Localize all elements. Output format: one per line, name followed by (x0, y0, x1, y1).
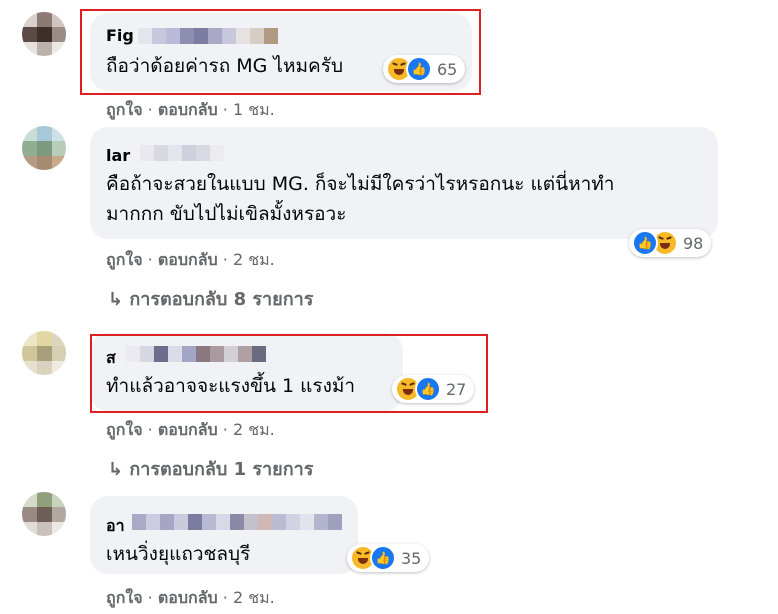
view-replies-link[interactable]: ↳ การตอบกลับ 8 รายการ (108, 284, 313, 313)
comment-actions: ถูกใจ · ตอบกลับ · 1 ชม. (106, 100, 275, 119)
highlight-box (90, 334, 488, 413)
name-blur (132, 514, 342, 530)
reaction-count: 35 (401, 548, 422, 568)
timestamp[interactable]: 1 ชม. (233, 100, 275, 119)
view-replies-link[interactable]: ↳ การตอบกลับ 1 รายการ (108, 454, 313, 483)
timestamp[interactable]: 2 ชม. (233, 588, 275, 607)
reply-link[interactable]: ตอบกลับ (158, 588, 218, 607)
commenter-name[interactable]: lar (106, 146, 130, 165)
reaction-summary[interactable]: 👍 35 (347, 544, 430, 572)
avatar[interactable] (22, 12, 66, 56)
like-link[interactable]: ถูกใจ (106, 588, 143, 607)
reaction-summary[interactable]: 👍 98 (629, 229, 712, 257)
reply-arrow-icon: ↳ (108, 459, 124, 480)
timestamp[interactable]: 2 ชม. (233, 420, 275, 439)
timestamp[interactable]: 2 ชม. (233, 250, 275, 269)
comment-text: มากกก ขับไปไม่เขิลมั้งหรอวะ (106, 203, 347, 225)
avatar[interactable] (22, 492, 66, 536)
reaction-count: 98 (683, 233, 704, 253)
like-link[interactable]: ถูกใจ (106, 420, 143, 439)
reply-link[interactable]: ตอบกลับ (158, 250, 218, 269)
reply-link[interactable]: ตอบกลับ (158, 100, 218, 119)
name-blur (140, 145, 224, 161)
comment-actions: ถูกใจ · ตอบกลับ · 2 ชม. (106, 588, 275, 607)
like-icon: 👍 (632, 230, 658, 256)
comment-actions: ถูกใจ · ตอบกลับ · 2 ชม. (106, 250, 275, 269)
highlight-box (80, 9, 481, 95)
avatar[interactable] (22, 331, 66, 375)
reply-link[interactable]: ตอบกลับ (158, 420, 218, 439)
comment-actions: ถูกใจ · ตอบกลับ · 2 ชม. (106, 420, 275, 439)
comment-text: เหนวิ่งยุแถวชลบุรี (106, 543, 251, 565)
like-icon: 👍 (370, 545, 396, 571)
like-link[interactable]: ถูกใจ (106, 250, 143, 269)
avatar[interactable] (22, 126, 66, 170)
like-link[interactable]: ถูกใจ (106, 100, 143, 119)
reply-arrow-icon: ↳ (108, 289, 124, 310)
